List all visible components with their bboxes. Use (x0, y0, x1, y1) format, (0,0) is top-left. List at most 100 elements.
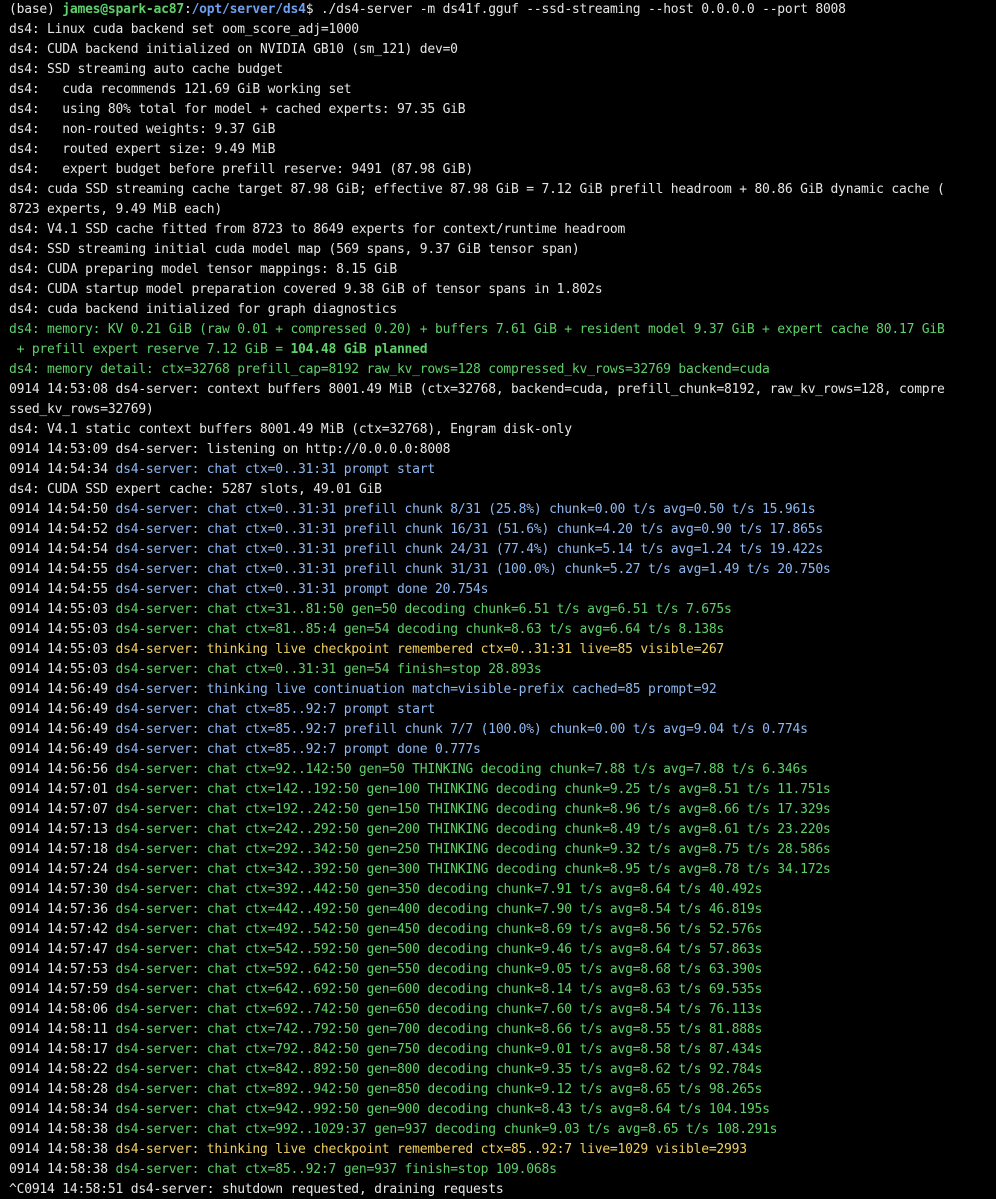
log-line: + prefill expert reserve 7.12 GiB = 104.… (9, 340, 996, 360)
log-line: ds4: cuda SSD streaming cache target 87.… (9, 180, 996, 200)
log-line: 0914 14:56:49 ds4-server: thinking live … (9, 680, 996, 700)
log-text: 0914 14:57:01 (9, 782, 116, 797)
log-text: 0914 14:56:49 (9, 702, 116, 717)
log-line: ds4: memory: KV 0.21 GiB (raw 0.01 + com… (9, 320, 996, 340)
log-text: ds4-server: chat ctx=0..31:31 prefill ch… (115, 522, 824, 537)
log-text: ds4-server: chat ctx=342..392:50 gen=300… (115, 862, 831, 877)
log-text: 0914 14:58:06 (9, 1002, 116, 1017)
log-line: 0914 14:57:18 ds4-server: chat ctx=292..… (9, 840, 996, 860)
log-text: ds4: cuda recommends 121.69 GiB working … (9, 82, 352, 97)
log-line: 0914 14:57:47 ds4-server: chat ctx=542..… (9, 940, 996, 960)
log-text: ds4: CUDA SSD expert cache: 5287 slots, … (9, 482, 382, 497)
log-text: : (183, 2, 192, 17)
log-text: 0914 14:53:09 ds4-server: listening on h… (9, 442, 451, 457)
log-text: 0914 14:57:24 (9, 862, 116, 877)
log-text: ssed_kv_rows=32769) (9, 402, 154, 417)
log-text: ds4: routed expert size: 9.49 MiB (9, 142, 276, 157)
log-text: 0914 14:58:38 (9, 1162, 116, 1177)
log-text: ds4-server: chat ctx=942..992:50 gen=900… (115, 1102, 770, 1117)
log-line: 0914 14:58:11 ds4-server: chat ctx=742..… (9, 1020, 996, 1040)
log-text: ds4-server: chat ctx=92..142:50 gen=50 T… (115, 762, 808, 777)
terminal-window[interactable]: (base) james@spark-ac87:/opt/server/ds4$… (0, 0, 996, 1199)
log-text: ds4-server: chat ctx=0..31:31 prefill ch… (115, 562, 831, 577)
log-text: ds4-server: chat ctx=0..31:31 prompt don… (115, 582, 489, 597)
log-text: 0914 14:58:22 (9, 1062, 116, 1077)
log-line: 0914 14:54:34 ds4-server: chat ctx=0..31… (9, 460, 996, 480)
log-line: 0914 14:54:54 ds4-server: chat ctx=0..31… (9, 540, 996, 560)
log-line: 0914 14:54:55 ds4-server: chat ctx=0..31… (9, 560, 996, 580)
log-text: ds4: cuda SSD streaming cache target 87.… (9, 182, 945, 197)
log-text: 0914 14:56:49 (9, 722, 116, 737)
log-line: 0914 14:58:38 ds4-server: thinking live … (9, 1140, 996, 1160)
log-text: 0914 14:57:47 (9, 942, 116, 957)
log-text: ds4: expert budget before prefill reserv… (9, 162, 474, 177)
log-line: ds4: using 80% total for model + cached … (9, 100, 996, 120)
log-line: 0914 14:54:50 ds4-server: chat ctx=0..31… (9, 500, 996, 520)
log-text: 0914 14:57:18 (9, 842, 116, 857)
log-line: 0914 14:57:59 ds4-server: chat ctx=642..… (9, 980, 996, 1000)
log-text: 0914 14:55:03 (9, 662, 116, 677)
log-line: 0914 14:53:08 ds4-server: context buffer… (9, 380, 996, 400)
log-line: ds4: non-routed weights: 9.37 GiB (9, 120, 996, 140)
log-text: ds4: CUDA startup model preparation cove… (9, 282, 603, 297)
log-line: ds4: cuda backend initialized for graph … (9, 300, 996, 320)
log-text: ds4: CUDA backend initialized on NVIDIA … (9, 42, 458, 57)
log-text: ds4-server: thinking live checkpoint rem… (115, 1142, 748, 1157)
log-line: 0914 14:58:28 ds4-server: chat ctx=892..… (9, 1080, 996, 1100)
log-text: ds4: CUDA preparing model tensor mapping… (9, 262, 397, 277)
log-line: ssed_kv_rows=32769) (9, 400, 996, 420)
log-line: 0914 14:56:56 ds4-server: chat ctx=92..1… (9, 760, 996, 780)
prompt-user: james@spark-ac87 (62, 2, 184, 17)
log-text: ds4-server: chat ctx=542..592:50 gen=500… (115, 942, 763, 957)
log-text: (base) (9, 2, 63, 17)
log-text: 0914 14:54:54 (9, 542, 116, 557)
log-line: ds4: Linux cuda backend set oom_score_ad… (9, 20, 996, 40)
log-text: ds4-server: chat ctx=85..92:7 prompt don… (115, 742, 481, 757)
log-line: 0914 14:55:03 ds4-server: chat ctx=0..31… (9, 660, 996, 680)
log-text: ds4-server: chat ctx=0..31:31 prefill ch… (115, 502, 816, 517)
command-line: (base) james@spark-ac87:/opt/server/ds4$… (9, 0, 996, 20)
log-line: 0914 14:54:55 ds4-server: chat ctx=0..31… (9, 580, 996, 600)
log-text: 8723 experts, 9.49 MiB each) (9, 202, 222, 217)
log-text: ds4: SSD streaming auto cache budget (9, 62, 283, 77)
log-text: ds4-server: chat ctx=85..92:7 gen=937 fi… (115, 1162, 557, 1177)
log-line: 0914 14:58:38 ds4-server: chat ctx=992..… (9, 1120, 996, 1140)
log-line: 8723 experts, 9.49 MiB each) (9, 200, 996, 220)
log-text: ds4-server: chat ctx=242..292:50 gen=200… (115, 822, 831, 837)
log-line: ds4: cuda recommends 121.69 GiB working … (9, 80, 996, 100)
log-text: 0914 14:54:34 (9, 462, 116, 477)
log-line: ds4: expert budget before prefill reserv… (9, 160, 996, 180)
log-text: 0914 14:54:55 (9, 582, 116, 597)
log-line: 0914 14:57:30 ds4-server: chat ctx=392..… (9, 880, 996, 900)
log-text: ds4-server: chat ctx=392..442:50 gen=350… (115, 882, 763, 897)
log-text: 0914 14:57:30 (9, 882, 116, 897)
log-text: ds4-server: chat ctx=842..892:50 gen=800… (115, 1062, 763, 1077)
log-line: 0914 14:57:36 ds4-server: chat ctx=442..… (9, 900, 996, 920)
log-text: 0914 14:58:28 (9, 1082, 116, 1097)
log-text: ds4-server: chat ctx=192..242:50 gen=150… (115, 802, 831, 817)
log-text: ds4-server: chat ctx=0..31:31 prefill ch… (115, 542, 824, 557)
log-text: 0914 14:55:03 (9, 602, 116, 617)
log-text: ds4-server: thinking live continuation m… (115, 682, 717, 697)
log-line: ds4: CUDA preparing model tensor mapping… (9, 260, 996, 280)
log-text: 0914 14:54:52 (9, 522, 116, 537)
log-line: 0914 14:56:49 ds4-server: chat ctx=85..9… (9, 720, 996, 740)
log-text: ds4: SSD streaming initial cuda model ma… (9, 242, 580, 257)
log-text: 0914 14:57:53 (9, 962, 116, 977)
log-text: 0914 14:56:56 (9, 762, 116, 777)
log-line: 0914 14:58:22 ds4-server: chat ctx=842..… (9, 1060, 996, 1080)
log-line: ds4: routed expert size: 9.49 MiB (9, 140, 996, 160)
log-text: + prefill expert reserve 7.12 GiB = (9, 342, 291, 357)
log-line: 0914 14:57:07 ds4-server: chat ctx=192..… (9, 800, 996, 820)
prompt-path: /opt/server/ds4 (191, 2, 306, 17)
log-text: 0914 14:56:49 (9, 682, 116, 697)
log-line: ds4: V4.1 SSD cache fitted from 8723 to … (9, 220, 996, 240)
terminal-output: (base) james@spark-ac87:/opt/server/ds4$… (9, 0, 996, 1199)
log-text: ds4-server: chat ctx=442..492:50 gen=400… (115, 902, 763, 917)
log-text: ds4-server: chat ctx=642..692:50 gen=600… (115, 982, 763, 997)
log-text: ds4-server: chat ctx=142..192:50 gen=100… (115, 782, 831, 797)
log-text: ds4-server: chat ctx=31..81:50 gen=50 de… (115, 602, 732, 617)
log-line: 0914 14:58:06 ds4-server: chat ctx=692..… (9, 1000, 996, 1020)
memory-planned-total: 104.48 GiB planned (290, 342, 428, 357)
log-line: ds4: CUDA backend initialized on NVIDIA … (9, 40, 996, 60)
